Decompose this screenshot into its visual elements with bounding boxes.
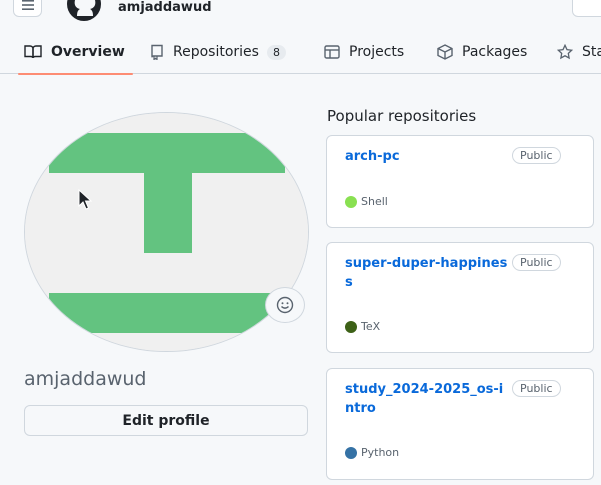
repo-language: Shell bbox=[345, 195, 388, 208]
set-status-button[interactable] bbox=[265, 287, 305, 323]
top-bar: amjaddawud bbox=[0, 0, 601, 22]
edit-profile-button[interactable]: Edit profile bbox=[24, 405, 308, 436]
visibility-badge: Public bbox=[512, 147, 561, 164]
github-logo-icon[interactable] bbox=[66, 0, 102, 26]
hamburger-icon bbox=[21, 0, 34, 10]
tab-stars-label: Sta bbox=[582, 44, 601, 60]
language-label: Shell bbox=[361, 195, 388, 208]
profile-avatar[interactable] bbox=[24, 112, 309, 352]
repo-name-link[interactable]: study_2024-2025_os-intro bbox=[345, 380, 509, 418]
repo-name-link[interactable]: arch-pc bbox=[345, 147, 509, 166]
tab-stars[interactable]: Sta bbox=[557, 30, 601, 74]
repo-card: super-duper-happiness Public TeX bbox=[326, 242, 594, 353]
package-icon bbox=[437, 44, 453, 60]
tab-projects-label: Projects bbox=[349, 44, 405, 60]
repo-name-link[interactable]: super-duper-happiness bbox=[345, 254, 509, 292]
language-color-dot bbox=[345, 446, 357, 459]
book-icon bbox=[24, 45, 42, 59]
menu-button[interactable] bbox=[13, 0, 42, 17]
tab-packages[interactable]: Packages bbox=[437, 30, 527, 74]
smiley-icon bbox=[276, 296, 294, 314]
tab-overview-label: Overview bbox=[51, 44, 125, 60]
tab-packages-label: Packages bbox=[462, 44, 528, 60]
language-color-dot bbox=[345, 195, 357, 208]
tab-projects[interactable]: Projects bbox=[324, 30, 404, 74]
language-label: Python bbox=[361, 446, 400, 459]
repositories-count-badge: 8 bbox=[266, 44, 286, 60]
popular-repositories-heading: Popular repositories bbox=[327, 107, 477, 125]
repo-card: study_2024-2025_os-intro Public Python bbox=[326, 368, 594, 480]
header-username[interactable]: amjaddawud bbox=[118, 0, 212, 15]
visibility-badge: Public bbox=[512, 254, 561, 271]
repo-icon bbox=[151, 44, 163, 60]
repo-language: Python bbox=[345, 446, 399, 459]
tab-repositories-label: Repositories bbox=[173, 44, 259, 60]
repo-card: arch-pc Public Shell bbox=[326, 135, 594, 228]
repo-language: TeX bbox=[345, 320, 380, 333]
visibility-badge: Public bbox=[512, 380, 561, 397]
mouse-cursor-icon bbox=[78, 188, 93, 215]
language-color-dot bbox=[345, 320, 357, 333]
tab-repositories[interactable]: Repositories 8 bbox=[150, 30, 286, 74]
language-label: TeX bbox=[361, 320, 381, 333]
star-icon bbox=[557, 44, 573, 60]
profile-tabs: Overview Repositories 8 Projects Package… bbox=[0, 30, 601, 75]
identicon-image bbox=[25, 113, 308, 351]
search-button[interactable] bbox=[572, 0, 601, 17]
tab-overview[interactable]: Overview bbox=[18, 30, 133, 75]
profile-username: amjaddawud bbox=[24, 368, 147, 390]
table-icon bbox=[324, 45, 340, 59]
